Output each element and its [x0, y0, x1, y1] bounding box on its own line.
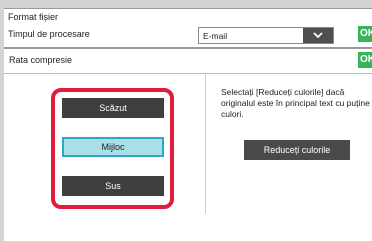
ok-button-panel[interactable]: OK: [358, 52, 372, 68]
processing-time-select[interactable]: E-mail: [198, 27, 334, 44]
ok-button-top[interactable]: OK: [358, 26, 372, 42]
dropdown-button[interactable]: [303, 28, 333, 43]
divider: [4, 73, 372, 74]
reduce-colors-button[interactable]: Reduceți culorile: [244, 140, 350, 160]
option-low-button[interactable]: Scăzut: [62, 98, 164, 118]
processing-time-value: E-mail: [203, 31, 228, 41]
reduce-colors-description: Selectați [Reduceți culorile] dacă origi…: [221, 87, 370, 119]
screen: Format fișier Timpul de procesare E-mail…: [0, 0, 372, 241]
file-format-label: Format fișier: [8, 12, 59, 22]
option-medium-button[interactable]: Mijloc: [62, 137, 164, 157]
column-divider: [205, 74, 206, 214]
option-high-button[interactable]: Sus: [62, 176, 164, 196]
chevron-down-icon: [313, 32, 323, 39]
processing-time-label: Timpul de procesare: [8, 29, 90, 39]
compression-rate-title: Rata compresie: [9, 55, 73, 65]
